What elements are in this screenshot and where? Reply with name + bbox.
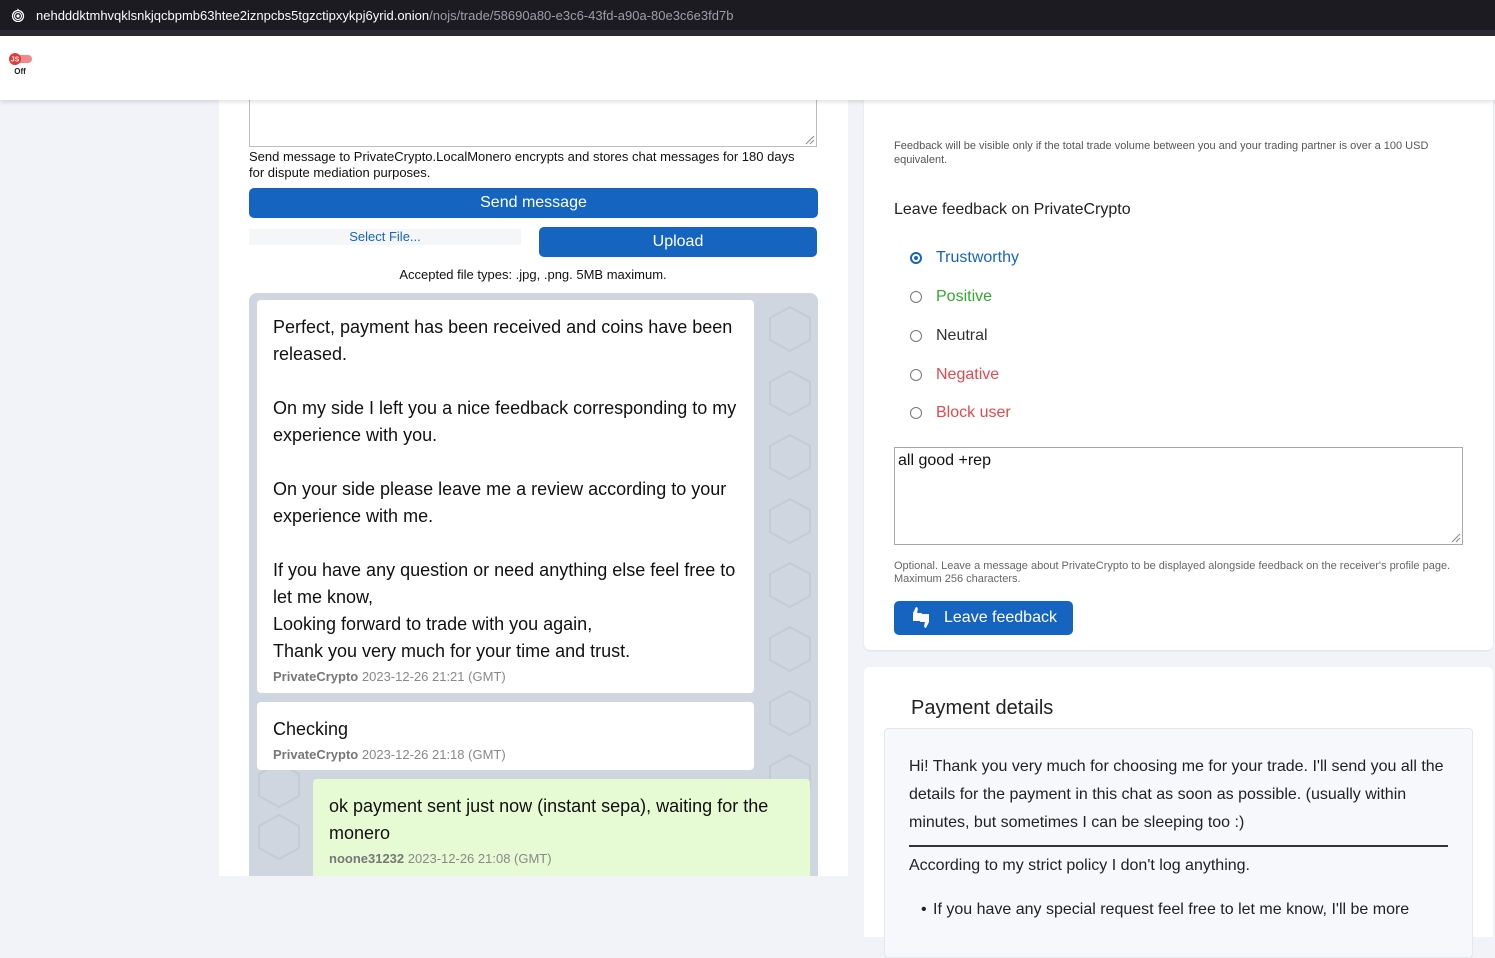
chat-message-author[interactable]: PrivateCrypto — [273, 669, 358, 684]
payment-bullet-text: If you have any special request feel fre… — [933, 901, 1410, 918]
site-header: JS Off — [0, 36, 1495, 100]
payment-details-title: Payment details — [911, 697, 1054, 719]
feedback-option-neutral[interactable]: Neutral — [910, 325, 988, 347]
chat-history[interactable]: Perfect, payment has been received and c… — [249, 293, 818, 876]
accepted-file-types: Accepted file types: .jpg, .png. 5MB max… — [399, 267, 667, 282]
select-file-button[interactable]: Select File... — [249, 229, 521, 245]
payment-details-box: Hi! Thank you very much for choosing me … — [884, 728, 1473, 958]
resize-grip-icon[interactable] — [1451, 533, 1461, 543]
bullet-icon: • — [921, 901, 927, 918]
feedback-help-text: Optional. Leave a message about PrivateC… — [894, 560, 1451, 585]
feedback-heading: Leave feedback on PrivateCrypto — [894, 201, 1131, 218]
chat-message-meta: PrivateCrypto 2023-12-26 21:18 (GMT) — [273, 747, 738, 762]
radio-icon[interactable] — [910, 369, 922, 381]
chat-message-author[interactable]: PrivateCrypto — [273, 747, 358, 762]
chat-message-time: 2023-12-26 21:08 (GMT) — [407, 851, 552, 866]
chat-message-author[interactable]: noone31232 — [329, 851, 404, 866]
feedback-card: Feedback will be visible only if the tot… — [864, 100, 1493, 650]
feedback-option-positive[interactable]: Positive — [910, 286, 992, 308]
leave-feedback-label: Leave feedback — [944, 609, 1057, 626]
upload-button[interactable]: Upload — [539, 227, 817, 257]
chat-message-input[interactable] — [249, 100, 817, 147]
send-message-button[interactable]: Send message — [249, 188, 818, 218]
resize-grip-icon[interactable] — [805, 135, 815, 145]
feedback-option-trustworthy[interactable]: Trustworthy — [910, 247, 1019, 269]
radio-icon[interactable] — [910, 291, 922, 303]
onion-icon — [11, 8, 25, 22]
js-badge-text: JS — [11, 57, 20, 64]
chat-encryption-note: Send message to PrivateCrypto.LocalMoner… — [249, 149, 795, 180]
chat-message: Checking PrivateCrypto 2023-12-26 21:18 … — [257, 702, 754, 770]
feedback-option-label: Neutral — [936, 327, 988, 344]
chat-message-own: ok payment sent just now (instant sepa),… — [313, 779, 810, 876]
feedback-option-label: Positive — [936, 288, 993, 305]
chat-message-time: 2023-12-26 21:18 (GMT) — [361, 747, 506, 762]
payment-details-card: Payment details Hi! Thank you very much … — [864, 667, 1493, 958]
radio-icon[interactable] — [910, 330, 922, 342]
feedback-option-block-user[interactable]: Block user — [910, 402, 1011, 424]
feedback-option-label: Trustworthy — [936, 249, 1019, 266]
feedback-visibility-note: Feedback will be visible only if the tot… — [894, 140, 1429, 166]
leave-feedback-button[interactable]: Leave feedback — [894, 601, 1073, 635]
chat-message-text: Perfect, payment has been received and c… — [273, 317, 737, 661]
radio-icon[interactable] — [910, 407, 922, 419]
radio-checked-icon[interactable] — [910, 252, 922, 264]
chat-message-meta: PrivateCrypto 2023-12-26 21:21 (GMT) — [273, 669, 738, 684]
chat-message-text: Checking — [273, 719, 349, 739]
chat-message: Perfect, payment has been received and c… — [257, 300, 754, 693]
browser-url-bar[interactable]: nehdddktmhvqklsnkjqcbpmb63htee2iznpcbs5t… — [0, 0, 1495, 30]
feedback-message-input[interactable]: all good +rep — [894, 447, 1463, 545]
chat-message-meta: noone31232 2023-12-26 21:08 (GMT) — [329, 851, 794, 866]
url-host: nehdddktmhvqklsnkjqcbpmb63htee2iznpcbs5t… — [36, 7, 430, 23]
chat-message-time: 2023-12-26 21:21 (GMT) — [361, 669, 506, 684]
payment-bullet-item: • If you have any special request feel fr… — [921, 901, 1410, 919]
thumbs-up-down-icon — [910, 607, 932, 628]
trade-chat-card: Send message to PrivateCrypto.LocalMoner… — [219, 100, 848, 876]
payment-intro-text: Hi! Thank you very much for choosing me … — [909, 758, 1444, 831]
divider — [909, 845, 1448, 847]
js-state-text: Off — [14, 67, 26, 76]
chat-message-text: ok payment sent just now (instant sepa),… — [329, 796, 769, 843]
feedback-option-negative[interactable]: Negative — [910, 364, 999, 386]
js-off-toggle-icon[interactable]: JS Off — [6, 53, 34, 77]
payment-policy-text: According to my strict policy I don't lo… — [909, 857, 1250, 874]
feedback-message-value: all good +rep — [898, 452, 991, 469]
feedback-option-label: Negative — [936, 366, 1000, 383]
url-path: /nojs/trade/58690a80-e3c6-43fd-a90a-80e3… — [429, 7, 734, 23]
feedback-option-label: Block user — [936, 404, 1011, 421]
